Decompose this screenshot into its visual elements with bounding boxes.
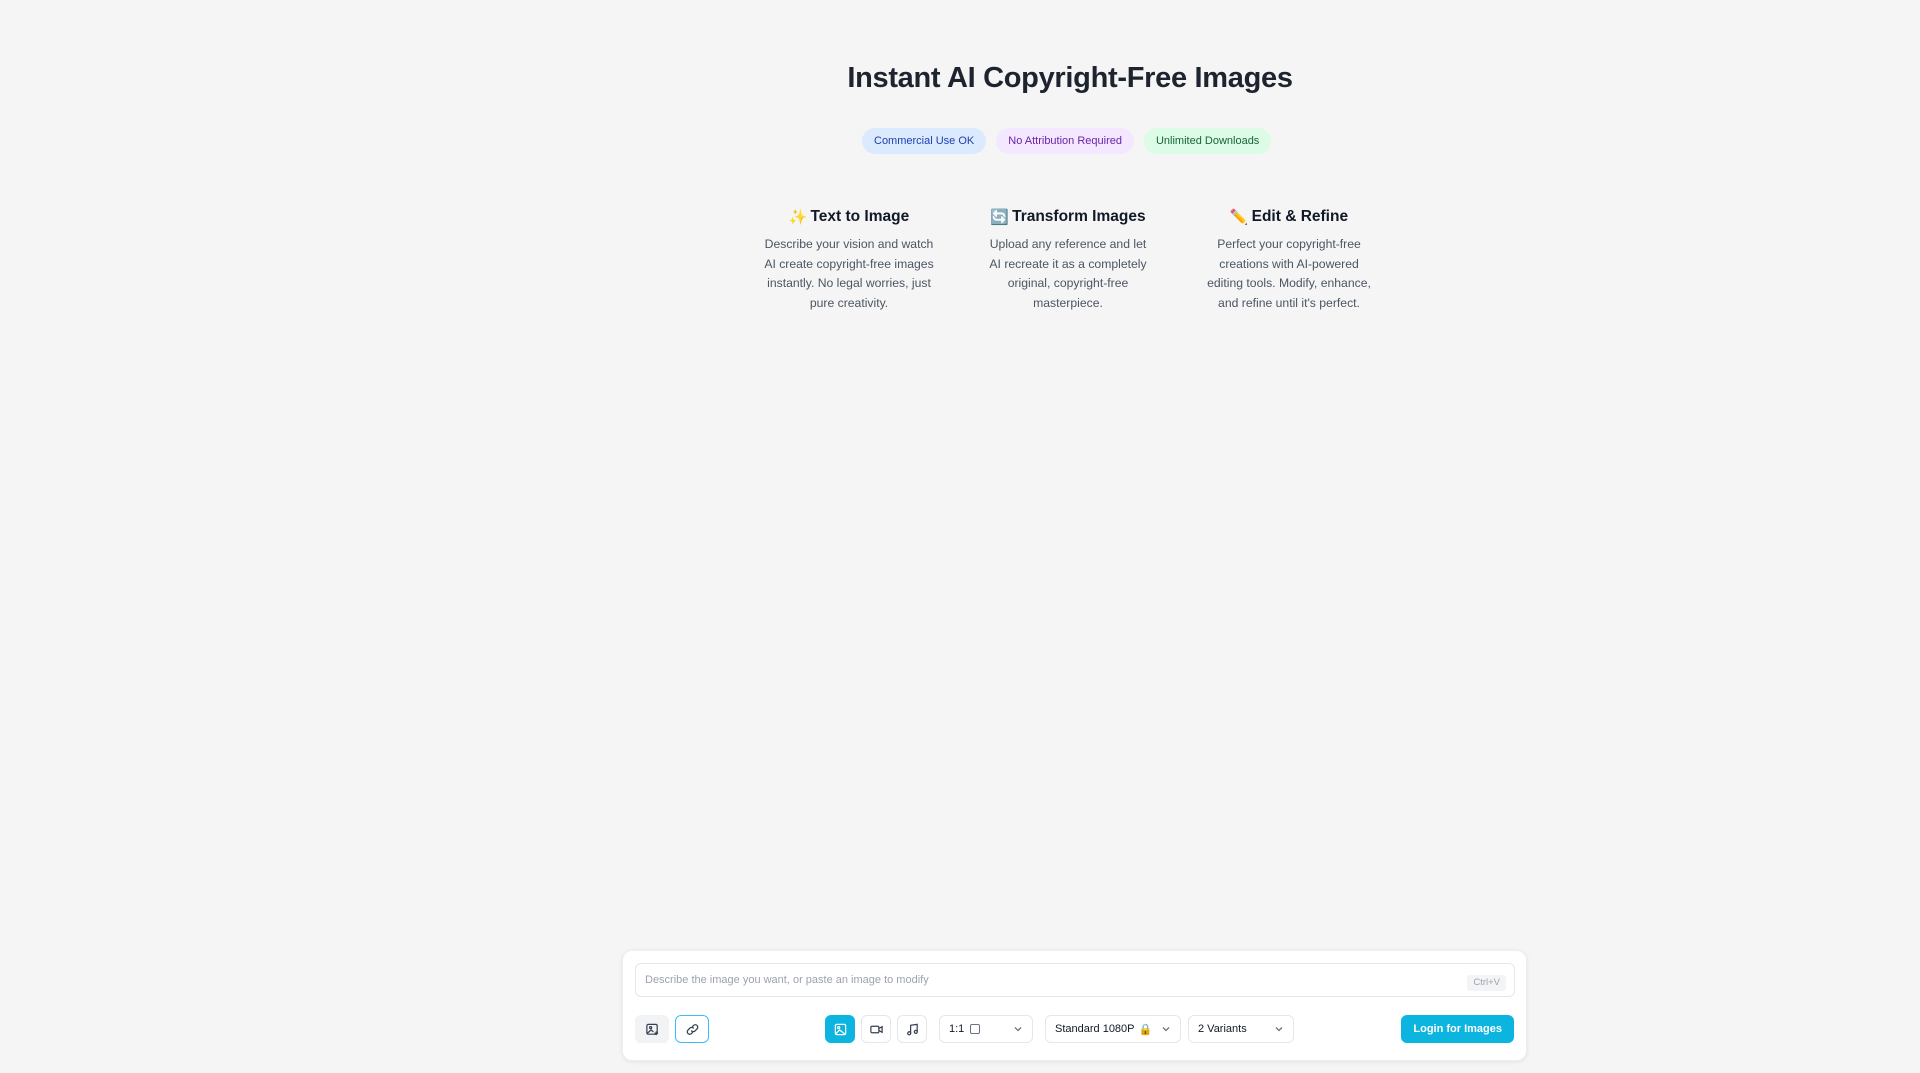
image-link-button[interactable] xyxy=(675,1015,709,1043)
feature-title: 🔄 Transform Images xyxy=(983,208,1153,226)
feature-description: Perfect your copyright-free creations wi… xyxy=(1207,237,1371,310)
pencil-icon: ✏️ xyxy=(1229,209,1249,226)
page-title: Instant AI Copyright-Free Images xyxy=(847,62,1293,94)
mode-music-button[interactable] xyxy=(897,1015,927,1043)
square-ratio-icon xyxy=(970,1024,981,1034)
feature-title-text: Edit & Refine xyxy=(1251,208,1349,225)
chevron-down-icon xyxy=(1014,1027,1022,1032)
image-upload-icon xyxy=(645,1023,658,1035)
upload-image-button[interactable] xyxy=(635,1015,669,1043)
badge-commercial-use: Commercial Use OK xyxy=(862,128,987,154)
chevron-down-icon xyxy=(1275,1027,1283,1032)
link-icon xyxy=(686,1023,698,1035)
page: Instant AI Copyright-Free Images Commerc… xyxy=(0,0,1920,1073)
music-note-icon xyxy=(906,1023,918,1035)
mode-video-button[interactable] xyxy=(861,1015,891,1043)
image-icon xyxy=(834,1023,846,1035)
lock-icon: 🔒 xyxy=(1138,1023,1153,1036)
quality-value: Standard 1080P xyxy=(1055,1023,1135,1035)
sparkles-icon: ✨ xyxy=(788,209,808,226)
variants-select[interactable]: 2 Variants xyxy=(1188,1015,1294,1043)
feature-edit-refine: ✏️ Edit & Refine Perfect your copyright-… xyxy=(1204,208,1374,313)
badge-unlimited-downloads: Unlimited Downloads xyxy=(1143,128,1272,154)
feature-title-text: Text to Image xyxy=(810,208,910,225)
paste-shortcut-hint: Ctrl+V xyxy=(1467,975,1506,991)
prompt-box: Ctrl+V xyxy=(635,963,1515,997)
aspect-ratio-select[interactable]: 1:1 xyxy=(939,1015,1033,1043)
video-camera-icon xyxy=(869,1025,883,1033)
feature-title-text: Transform Images xyxy=(1012,208,1146,225)
variants-value: 2 Variants xyxy=(1198,1023,1247,1035)
prompt-input[interactable] xyxy=(636,964,1514,996)
badge-row: Commercial Use OK No Attribution Require… xyxy=(862,128,1272,154)
quality-select[interactable]: Standard 1080P 🔒 xyxy=(1045,1015,1181,1043)
feature-text-to-image: ✨ Text to Image Describe your vision and… xyxy=(764,208,934,313)
prompt-composer: Ctrl+V xyxy=(622,950,1527,1061)
aspect-ratio-value: 1:1 xyxy=(949,1023,965,1035)
login-for-images-button[interactable]: Login for Images xyxy=(1401,1015,1514,1043)
composer-toolbar: 1:1 Standard 1080P 🔒 2 Variants Login fo… xyxy=(623,1015,1526,1043)
feature-title: ✨ Text to Image xyxy=(764,208,934,226)
feature-title: ✏️ Edit & Refine xyxy=(1204,208,1374,226)
chevron-down-icon xyxy=(1162,1027,1170,1032)
feature-transform-images: 🔄 Transform Images Upload any reference … xyxy=(983,208,1153,313)
feature-description: Describe your vision and watch AI create… xyxy=(764,237,934,310)
badge-no-attribution: No Attribution Required xyxy=(996,128,1134,154)
transform-arrows-icon: 🔄 xyxy=(990,209,1010,226)
mode-image-button[interactable] xyxy=(825,1015,855,1043)
feature-description: Upload any reference and let AI recreate… xyxy=(989,237,1147,310)
hero: Instant AI Copyright-Free Images xyxy=(0,62,1920,95)
